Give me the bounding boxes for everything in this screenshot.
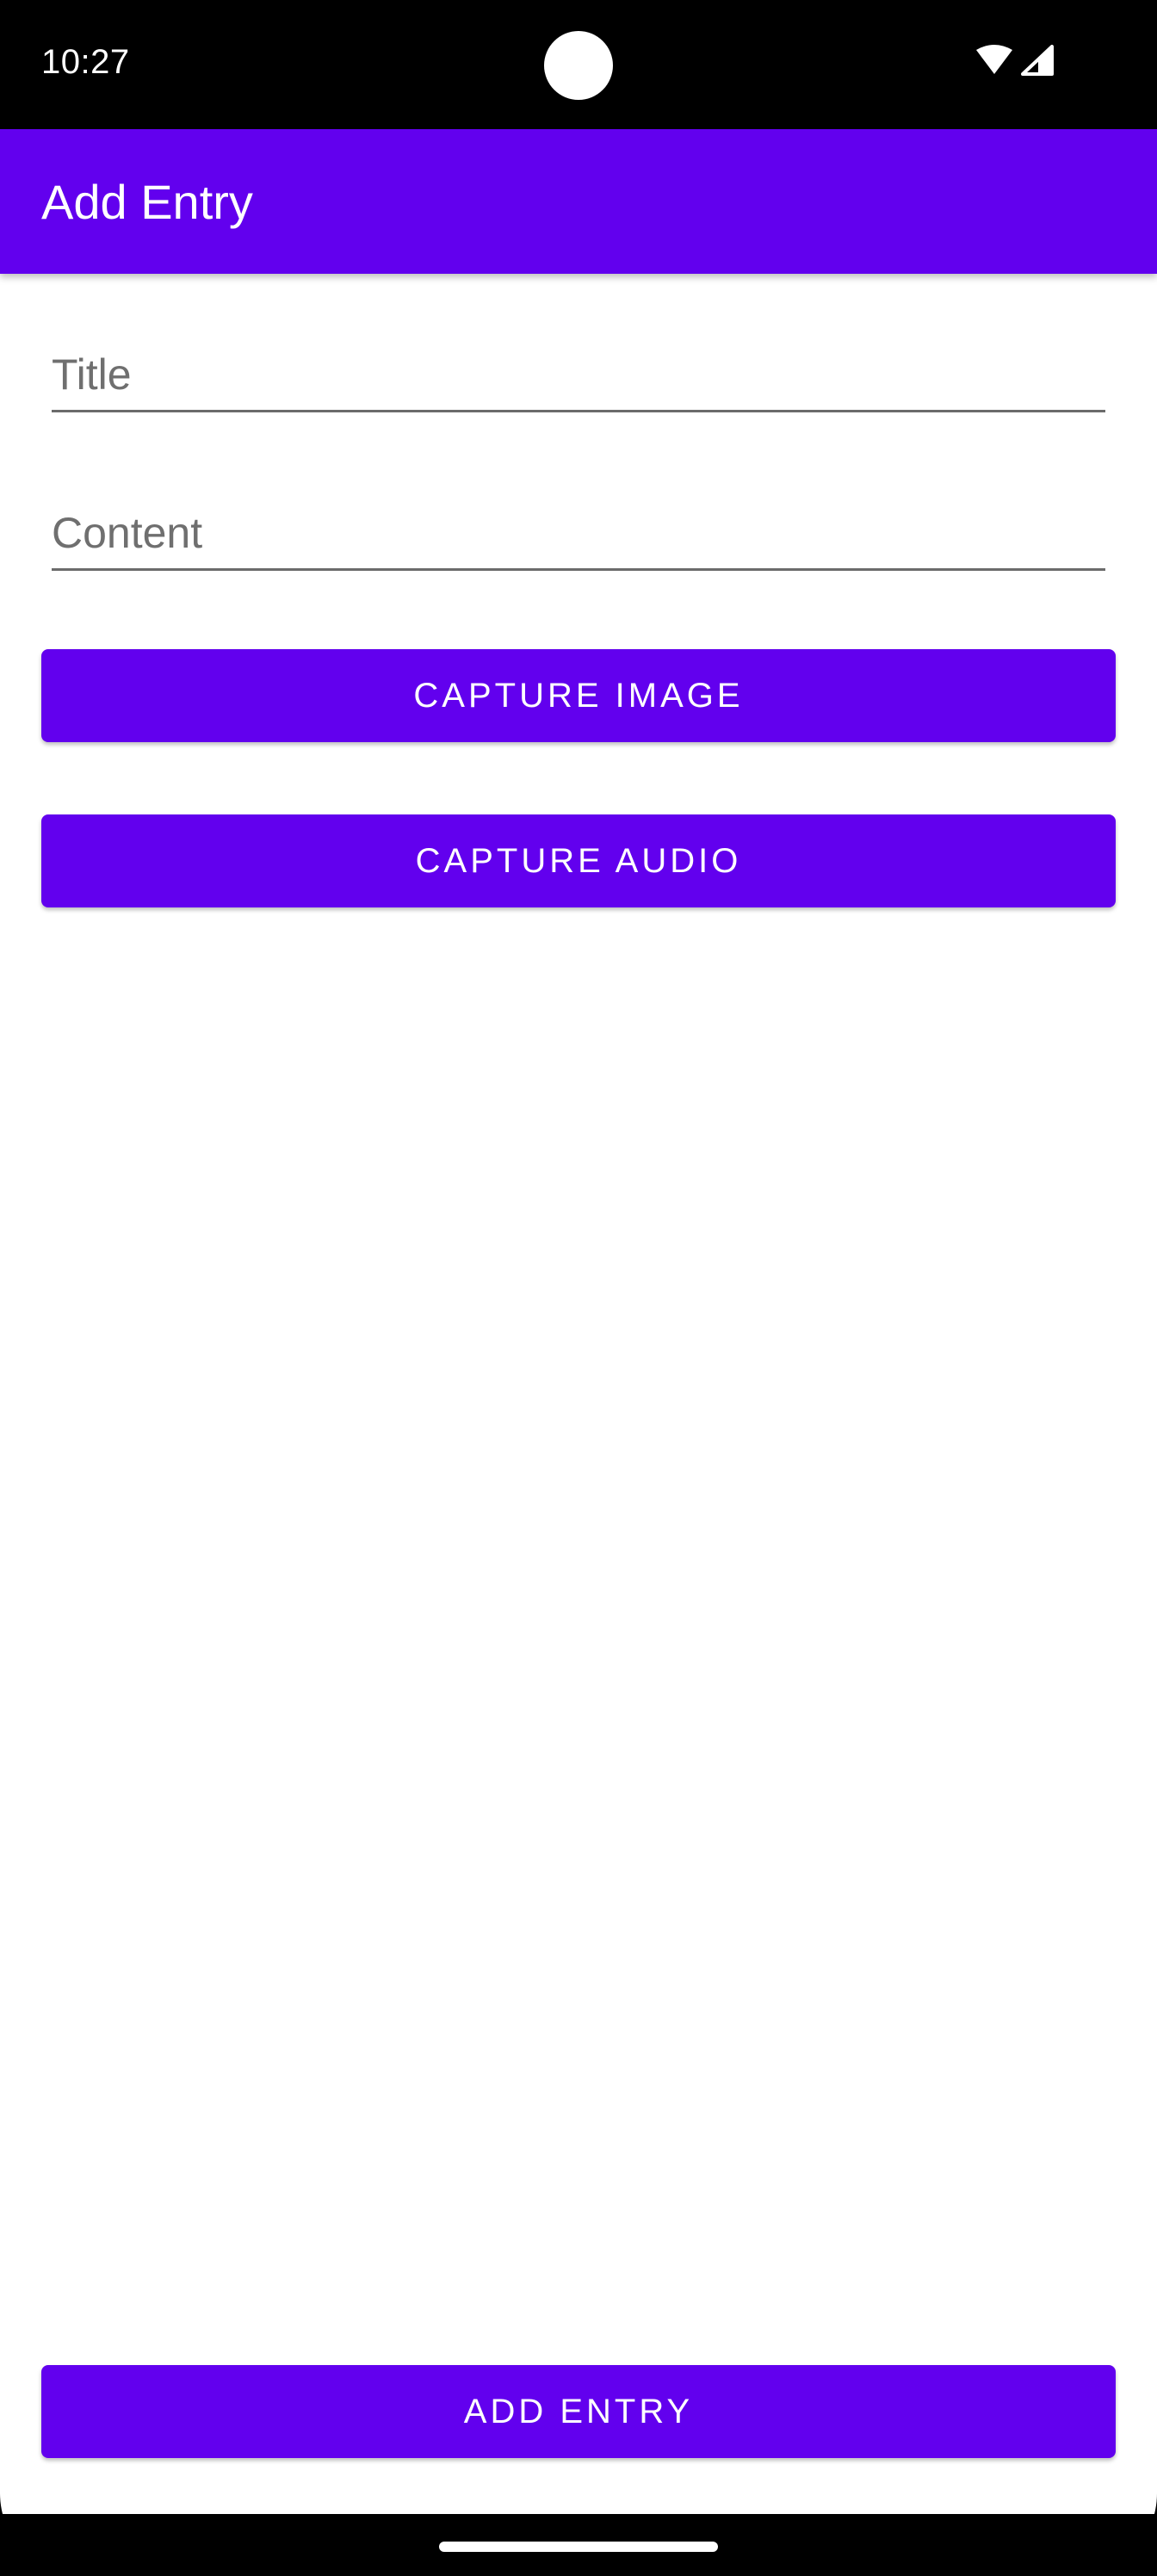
device-frame: 10:27 Add Entry CAPTURE IMAGE — [0, 0, 1157, 2576]
home-gesture-handle[interactable] — [439, 2542, 718, 2552]
title-input[interactable] — [52, 350, 1105, 399]
camera-cutout — [544, 31, 613, 100]
status-time: 10:27 — [41, 43, 130, 81]
navigation-bar — [0, 2514, 1157, 2576]
status-icons — [974, 45, 1054, 80]
content-field[interactable] — [52, 491, 1105, 571]
main-content: CAPTURE IMAGE CAPTURE AUDIO ADD ENTRY — [0, 274, 1157, 2514]
app-bar: Add Entry — [0, 129, 1157, 274]
add-entry-button[interactable]: ADD ENTRY — [41, 2365, 1116, 2458]
content-input[interactable] — [52, 508, 1105, 558]
page-title: Add Entry — [41, 175, 253, 229]
cellular-signal-icon — [1021, 45, 1054, 80]
capture-audio-button[interactable]: CAPTURE AUDIO — [41, 814, 1116, 907]
title-field[interactable] — [52, 332, 1105, 412]
wifi-icon — [974, 45, 1014, 80]
capture-image-button[interactable]: CAPTURE IMAGE — [41, 649, 1116, 742]
status-bar: 10:27 — [0, 0, 1157, 129]
